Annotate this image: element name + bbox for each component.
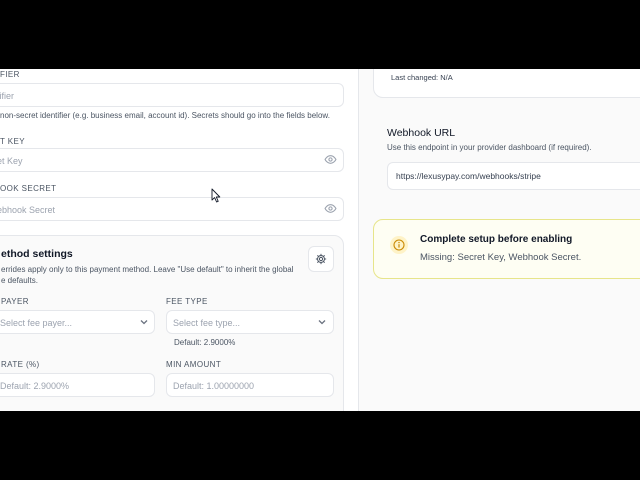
alert-message: Missing: Secret Key, Webhook Secret. bbox=[420, 252, 582, 263]
setup-alert: Complete setup before enabling Missing: … bbox=[373, 219, 640, 279]
min-amount-placeholder: Default: 1.00000000 bbox=[173, 381, 255, 391]
chevron-down-icon bbox=[140, 320, 148, 325]
webhook-url-value: https://lexusypay.com/webhooks/stripe bbox=[396, 171, 541, 181]
app-content: FIER tifier non-secret identifier (e.g. … bbox=[0, 69, 640, 411]
min-amount-input[interactable]: Default: 1.00000000 bbox=[166, 373, 334, 397]
webhook-url-title: Webhook URL bbox=[387, 127, 456, 139]
webhook-secret-input[interactable]: ebhook Secret bbox=[0, 197, 344, 221]
credentials-form: FIER tifier non-secret identifier (e.g. … bbox=[0, 69, 358, 411]
fee-type-label: FEE TYPE bbox=[166, 297, 208, 306]
min-amount-label: MIN AMOUNT bbox=[166, 360, 222, 369]
identifier-input[interactable]: tifier bbox=[0, 83, 344, 107]
webhook-secret-placeholder: ebhook Secret bbox=[0, 205, 56, 215]
fee-type-default-note: Default: 2.9000% bbox=[174, 338, 236, 347]
secret-key-placeholder: et Key bbox=[0, 156, 23, 166]
webhook-secret-label: OOK SECRET bbox=[0, 184, 57, 193]
last-changed-text: Last changed: N/A bbox=[391, 73, 453, 82]
mouse-cursor-icon bbox=[211, 188, 221, 203]
fee-type-placeholder: Select fee type... bbox=[173, 318, 241, 328]
alert-title: Complete setup before enabling bbox=[420, 234, 573, 245]
chevron-down-icon bbox=[318, 320, 326, 325]
secret-key-input[interactable]: et Key bbox=[0, 148, 344, 172]
method-settings-description-line2: e defaults. bbox=[1, 276, 38, 285]
webhook-url-field[interactable]: https://lexusypay.com/webhooks/stripe bbox=[387, 162, 640, 190]
webhook-url-description: Use this endpoint in your provider dashb… bbox=[387, 143, 592, 152]
identifier-help-text: non-secret identifier (e.g. business ema… bbox=[0, 111, 330, 120]
method-settings-section: ethod settings errides apply only to thi… bbox=[0, 235, 344, 411]
identifier-placeholder: tifier bbox=[0, 91, 15, 101]
method-settings-description-line1: errides apply only to this payment metho… bbox=[1, 265, 294, 274]
fee-payer-label: PAYER bbox=[1, 297, 29, 306]
method-settings-title: ethod settings bbox=[1, 248, 73, 260]
method-settings-button[interactable] bbox=[308, 246, 334, 272]
info-icon bbox=[390, 236, 408, 254]
fee-rate-input[interactable]: Default: 2.9000% bbox=[0, 373, 155, 397]
fee-rate-placeholder: Default: 2.9000% bbox=[0, 381, 70, 391]
identifier-label: FIER bbox=[0, 70, 20, 79]
secret-key-label: T KEY bbox=[0, 137, 25, 146]
fee-payer-placeholder: Select fee payer... bbox=[0, 318, 73, 328]
gear-icon bbox=[315, 253, 327, 265]
fee-payer-select[interactable]: Select fee payer... bbox=[0, 310, 155, 334]
fee-rate-label: RATE (%) bbox=[1, 360, 40, 369]
eye-icon[interactable] bbox=[324, 202, 337, 215]
webhook-panel: Last changed: N/A Webhook URL Use this e… bbox=[358, 69, 640, 411]
eye-icon[interactable] bbox=[324, 153, 337, 166]
fee-type-select[interactable]: Select fee type... bbox=[166, 310, 334, 334]
status-card: Last changed: N/A bbox=[373, 69, 640, 98]
